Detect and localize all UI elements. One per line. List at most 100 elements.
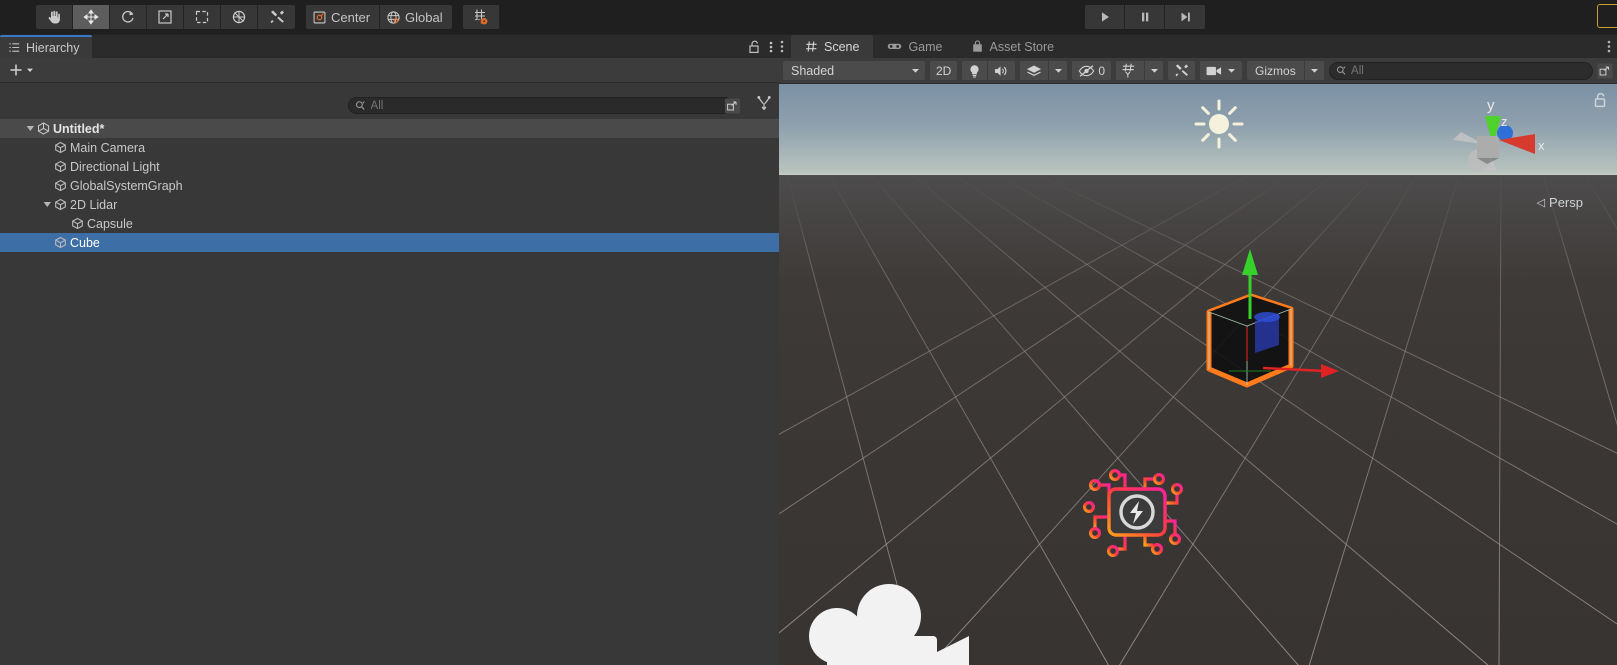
rotate-tool-button[interactable] xyxy=(110,5,147,29)
tab-hierarchy-label: Hierarchy xyxy=(26,40,80,55)
sort-icon[interactable] xyxy=(756,95,773,112)
scene-lighting-button[interactable] xyxy=(962,61,989,80)
unity-scene-icon xyxy=(37,122,50,135)
pivot-mode-button[interactable]: Center xyxy=(306,5,381,29)
lock-open-icon[interactable] xyxy=(1593,92,1607,108)
draw-mode-label: Shaded xyxy=(791,63,835,78)
hierarchy-icon xyxy=(9,43,20,52)
draw-mode-dropdown[interactable]: Shaded xyxy=(783,61,925,80)
scene-search-input[interactable] xyxy=(1351,64,1586,77)
chevron-down-icon xyxy=(1150,69,1158,73)
scene-axis-gizmo[interactable]: y z x xyxy=(1439,88,1559,208)
hierarchy-search-input[interactable] xyxy=(370,99,726,112)
scale-icon xyxy=(158,10,172,24)
tab-hierarchy[interactable]: Hierarchy xyxy=(0,35,92,58)
play-button[interactable] xyxy=(1085,5,1125,29)
kebab-menu-icon[interactable] xyxy=(769,40,773,54)
grid-snapping-button[interactable] xyxy=(462,5,500,29)
scene-effects-button[interactable] xyxy=(1020,61,1050,80)
scene-viewport[interactable]: y z x ◁ Persp xyxy=(779,84,1617,665)
search-mode-icon[interactable] xyxy=(724,98,741,114)
snap-settings-button[interactable] xyxy=(1168,61,1196,80)
directional-light-gizmo[interactable] xyxy=(1191,96,1247,152)
transform-icon xyxy=(232,10,246,24)
chevron-down-icon xyxy=(1310,69,1318,73)
scale-tool-button[interactable] xyxy=(147,5,184,29)
grid-visibility-button[interactable] xyxy=(1116,61,1146,80)
gizmos-dropdown[interactable] xyxy=(1304,61,1324,80)
rect-icon xyxy=(195,10,209,24)
cloud-account-button[interactable] xyxy=(1597,4,1617,28)
projection-caret: ◁ xyxy=(1536,197,1546,209)
tab-scene[interactable]: Scene xyxy=(791,35,874,58)
effects-icon xyxy=(1027,65,1042,76)
pause-button[interactable] xyxy=(1125,5,1165,29)
projection-mode-label[interactable]: ◁ Persp xyxy=(1537,195,1583,210)
hierarchy-item-row[interactable]: GlobalSystemGraph xyxy=(0,176,779,195)
globe-icon xyxy=(387,10,400,24)
hierarchy-tree: Untitled* Main Camera Directional Light Glo… xyxy=(0,119,779,252)
speaker-icon xyxy=(995,65,1007,76)
hierarchy-tab-icons xyxy=(748,35,773,58)
scene-audio-button[interactable] xyxy=(988,61,1016,80)
axis-x-label: x xyxy=(1538,138,1545,153)
scene-panel: Scene Game Asset Store Shaded 2D 0 Gizmo… xyxy=(779,34,1617,665)
unity-editor-window: Center Global Hierarchy All Untitled* Ma… xyxy=(0,0,1617,665)
hierarchy-item-label: Capsule xyxy=(87,216,133,231)
hierarchy-item-row[interactable]: Main Camera xyxy=(0,138,779,157)
scene-view-toolbar: Shaded 2D 0 Gizmos All xyxy=(779,58,1617,84)
move-tool-button[interactable] xyxy=(73,5,110,29)
hierarchy-tabbar: Hierarchy xyxy=(0,35,779,58)
scene-camera-button[interactable] xyxy=(1200,61,1243,80)
scene-options-menu[interactable] xyxy=(1607,39,1611,54)
scene-search-box[interactable] xyxy=(1328,61,1593,80)
custom-tool-button[interactable] xyxy=(258,5,295,29)
rotate-icon xyxy=(122,10,134,23)
gameobject-icon xyxy=(55,179,66,192)
lock-open-icon[interactable] xyxy=(748,40,760,54)
hierarchy-item-row[interactable]: 2D Lidar xyxy=(0,195,779,214)
rect-tool-button[interactable] xyxy=(184,5,221,29)
gizmos-button[interactable]: Gizmos xyxy=(1247,61,1305,80)
transform-tools-group xyxy=(36,5,295,29)
handle-space-button[interactable]: Global xyxy=(380,5,452,29)
scene-grid-icon xyxy=(806,41,817,52)
selected-cube-gizmo[interactable] xyxy=(1159,249,1339,414)
step-button[interactable] xyxy=(1165,5,1205,29)
wrench-icon xyxy=(1175,64,1189,77)
hierarchy-scene-row[interactable]: Untitled* xyxy=(0,119,779,138)
hierarchy-item-label: 2D Lidar xyxy=(70,197,118,212)
transform-tool-button[interactable] xyxy=(221,5,258,29)
snap-settings-group xyxy=(1168,61,1196,80)
grid-dropdown[interactable] xyxy=(1145,61,1164,80)
expand-arrow-icon[interactable] xyxy=(25,123,36,134)
hierarchy-item-row[interactable]: Cube xyxy=(0,233,779,252)
expand-arrow-icon[interactable] xyxy=(42,199,53,210)
projection-text: Persp xyxy=(1549,195,1583,210)
light-bulb-icon xyxy=(970,64,979,77)
hand-icon xyxy=(48,10,60,24)
search-mode-icon[interactable] xyxy=(1597,62,1613,79)
hidden-objects-count: 0 xyxy=(1098,63,1106,78)
hierarchy-item-row[interactable]: Directional Light xyxy=(0,157,779,176)
toggle-2d-button[interactable]: 2D xyxy=(930,61,958,80)
hidden-objects-button[interactable]: 0 xyxy=(1072,61,1112,80)
scene-effects-dropdown[interactable] xyxy=(1049,61,1068,80)
effects-group xyxy=(1020,61,1068,80)
hierarchy-search-box[interactable] xyxy=(348,97,733,114)
main-toolbar: Center Global xyxy=(0,0,1617,34)
hierarchy-item-label: Main Camera xyxy=(70,140,146,155)
tab-asset-store[interactable]: Asset Store xyxy=(957,35,1069,58)
hierarchy-item-row[interactable]: Capsule xyxy=(0,214,779,233)
tab-game[interactable]: Game xyxy=(873,35,956,58)
hierarchy-panel: Hierarchy All Untitled* Main Camera Dire… xyxy=(0,34,779,665)
main-camera-gizmo[interactable] xyxy=(779,574,969,665)
gameobject-icon xyxy=(55,141,66,154)
kebab-menu-icon[interactable] xyxy=(780,39,784,54)
global-system-graph-gizmo[interactable] xyxy=(1079,459,1195,563)
create-object-button[interactable] xyxy=(4,62,38,78)
search-icon xyxy=(1336,66,1346,75)
hand-tool-button[interactable] xyxy=(36,5,73,29)
